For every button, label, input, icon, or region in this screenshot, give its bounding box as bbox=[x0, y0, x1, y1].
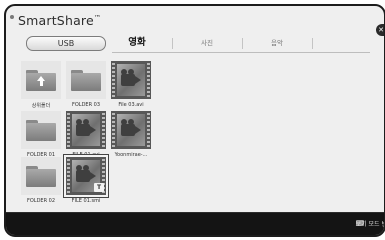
folder-icon bbox=[26, 120, 56, 141]
video-thumbnail: T bbox=[64, 155, 108, 197]
file-grid: 상위폴더 FOLDER 03 File 03.avi FOLDER 01 FIL… bbox=[6, 6, 384, 206]
video-thumbnail bbox=[66, 111, 106, 149]
movie-camera-icon bbox=[121, 69, 141, 88]
folder-icon bbox=[71, 70, 101, 91]
folder-thumbnail bbox=[21, 111, 61, 149]
movie-camera-icon bbox=[76, 165, 96, 184]
folder-thumbnail bbox=[21, 61, 61, 99]
movie-camera-icon bbox=[76, 119, 96, 138]
subtitle-badge: T bbox=[94, 183, 104, 192]
folder-thumbnail bbox=[66, 61, 106, 99]
folder-thumbnail bbox=[21, 157, 61, 195]
video-thumbnail bbox=[111, 61, 151, 99]
folder-icon bbox=[26, 166, 56, 187]
bottom-bar: 보기 모드 변 bbox=[6, 212, 384, 235]
smartshare-screen: SmartShare™ USB 영화 사진 음악 ✕ 상위폴더 FOLDER 0… bbox=[4, 4, 385, 237]
video-thumbnail bbox=[111, 111, 151, 149]
view-mode-button[interactable]: 보기 모드 변 bbox=[356, 219, 384, 228]
item-label: File 03.avi bbox=[118, 102, 144, 108]
item-label: FILE 01.smi bbox=[71, 198, 101, 204]
item-label: Yoonmirae-... bbox=[114, 152, 148, 158]
folder-up-icon bbox=[26, 70, 56, 91]
movie-camera-icon bbox=[121, 119, 141, 138]
